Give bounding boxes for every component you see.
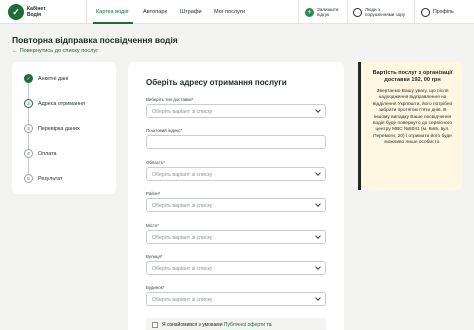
step-payment: 4 Оплата bbox=[24, 149, 57, 158]
nav-fleet[interactable]: Автопарк bbox=[143, 9, 167, 15]
chevron-down-icon bbox=[315, 170, 321, 176]
step-number: 4 bbox=[24, 149, 33, 158]
step-number: 5 bbox=[24, 174, 33, 183]
accessibility-button[interactable]: Люди з порушеннями зору bbox=[353, 7, 405, 18]
nav-my-services[interactable]: Мої послуги bbox=[214, 9, 245, 15]
building-label: Будинок* bbox=[146, 285, 165, 290]
postal-code-input[interactable] bbox=[146, 135, 326, 149]
street-label: Вулиця* bbox=[146, 254, 163, 259]
active-nav-indicator bbox=[93, 22, 133, 24]
street-select[interactable]: Оберіть варіант зі списку bbox=[146, 261, 326, 275]
nav-fines[interactable]: Штрафи bbox=[180, 9, 202, 15]
step-number: 2 bbox=[24, 99, 33, 108]
region-label: Область* bbox=[146, 160, 165, 165]
profile-button[interactable]: Профіль bbox=[421, 8, 454, 17]
step-delivery-address[interactable]: 2 Адреса отримання bbox=[24, 99, 85, 108]
offer-agreement: Я ознайомився з умовами Публічної оферти… bbox=[146, 318, 326, 330]
header-divider bbox=[414, 0, 415, 24]
chevron-down-icon bbox=[315, 201, 321, 207]
chevron-down-icon bbox=[315, 107, 321, 113]
header-divider bbox=[86, 0, 87, 24]
eye-icon bbox=[353, 7, 362, 17]
step-data-check: 3 Перевірка даних bbox=[24, 124, 80, 133]
notice-body: Звертаємо Вашу увагу, що після надходжен… bbox=[372, 89, 453, 146]
check-icon: ✓ bbox=[24, 74, 33, 83]
delivery-cost-notice: Вартість послуг з організації доставки 1… bbox=[358, 62, 462, 190]
region-select[interactable]: Оберіть варіант зі списку bbox=[146, 167, 326, 181]
district-select[interactable]: Оберіть варіант зі списку bbox=[146, 198, 326, 212]
building-select[interactable]: Оберіть варіант зі списку bbox=[146, 292, 326, 306]
city-select[interactable]: Оберіть варіант зі списку bbox=[146, 230, 326, 244]
notice-title: Вартість послуг з організації доставки 1… bbox=[372, 70, 453, 83]
district-label: Район* bbox=[146, 191, 161, 196]
form-title: Оберіть адресу отримання послуги bbox=[146, 78, 287, 87]
header-divider bbox=[347, 0, 348, 24]
plus-icon: + bbox=[305, 7, 314, 17]
feedback-button[interactable]: + Залишити відгук bbox=[305, 7, 339, 18]
step-connector bbox=[28, 133, 29, 149]
delivery-type-select[interactable]: Оберіть варіант зі списку bbox=[146, 104, 326, 118]
chevron-down-icon bbox=[315, 233, 321, 239]
chevron-down-icon bbox=[315, 264, 321, 270]
step-personal-data[interactable]: ✓ Анкетні дані bbox=[24, 74, 68, 83]
city-label: Місто* bbox=[146, 223, 159, 228]
address-form: Оберіть адресу отримання послуги Виберіт… bbox=[128, 62, 344, 330]
arrow-left-icon: ← bbox=[12, 48, 18, 54]
step-connector bbox=[28, 158, 29, 174]
header-divider bbox=[298, 0, 299, 24]
postal-code-label: Поштовий індекс* bbox=[146, 128, 183, 133]
step-connector bbox=[28, 83, 29, 99]
agreement-checkbox[interactable] bbox=[152, 322, 158, 328]
delivery-type-label: Виберіть тип доставки* bbox=[146, 97, 194, 102]
public-offer-link[interactable]: Публічної оферти bbox=[224, 322, 265, 328]
logo[interactable]: ✓ Кабінет Водія bbox=[8, 4, 46, 20]
back-to-services-link[interactable]: ← Повернутись до списку послуг bbox=[12, 48, 98, 54]
back-link-label: Повернутись до списку послуг bbox=[19, 48, 99, 54]
page-title: Повторна відправка посвідчення водія bbox=[12, 35, 178, 45]
user-icon bbox=[421, 8, 430, 17]
top-header: ✓ Кабінет Водія Картка водія Автопарк Шт… bbox=[0, 0, 474, 24]
chevron-down-icon bbox=[315, 295, 321, 301]
logo-icon: ✓ bbox=[8, 4, 24, 20]
step-number: 3 bbox=[24, 124, 33, 133]
progress-steps: ✓ Анкетні дані 2 Адреса отримання 3 Пере… bbox=[12, 62, 116, 194]
step-connector bbox=[28, 108, 29, 124]
nav-driver-card[interactable]: Картка водія bbox=[96, 9, 129, 15]
step-result: 5 Результат bbox=[24, 174, 63, 183]
logo-text: Кабінет Водія bbox=[27, 6, 46, 18]
